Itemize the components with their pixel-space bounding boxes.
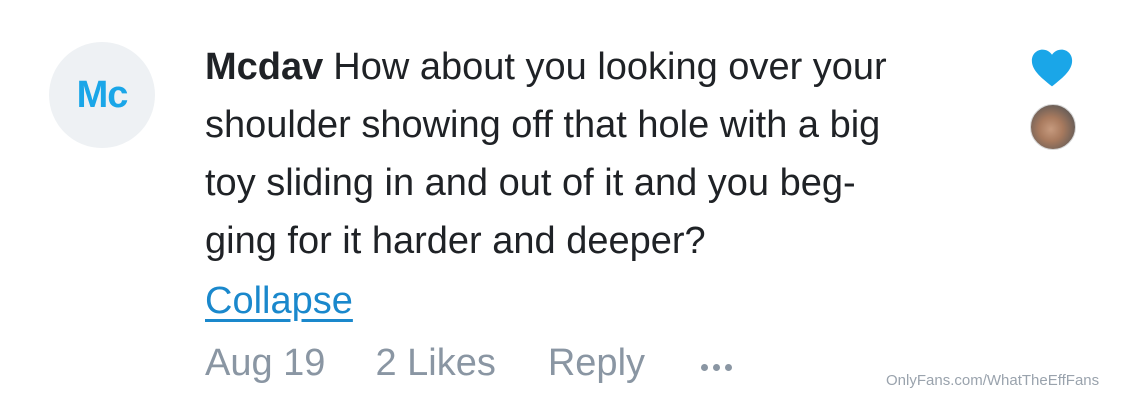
comment-date: Aug 19 [205,342,326,384]
liker-avatar[interactable] [1030,104,1076,150]
comment-username[interactable]: Mcdav [205,46,323,88]
comment-text-line: How about you looking over your [333,46,887,88]
more-dots-icon[interactable] [701,364,733,371]
heart-icon[interactable] [1031,48,1073,88]
reply-button[interactable]: Reply [548,342,645,385]
avatar[interactable]: Mc [49,42,155,148]
watermark: OnlyFans.com/WhatTheEffFans [886,372,1100,389]
collapse-link[interactable]: Collapse [205,280,353,323]
comment-text-line: ging for it harder and deeper? [205,220,706,262]
likes-count[interactable]: 2 Likes [375,342,495,385]
comment-text-line: toy sliding in and out of it and you beg… [205,162,856,204]
comment-meta: Aug 19 2 Likes Reply [205,342,733,385]
comment-body: Mcdav How about you looking over your sho… [205,38,995,270]
avatar-initials: Mc [76,73,129,116]
comment-text-line: shoulder showing off that hole with a bi… [205,104,881,146]
